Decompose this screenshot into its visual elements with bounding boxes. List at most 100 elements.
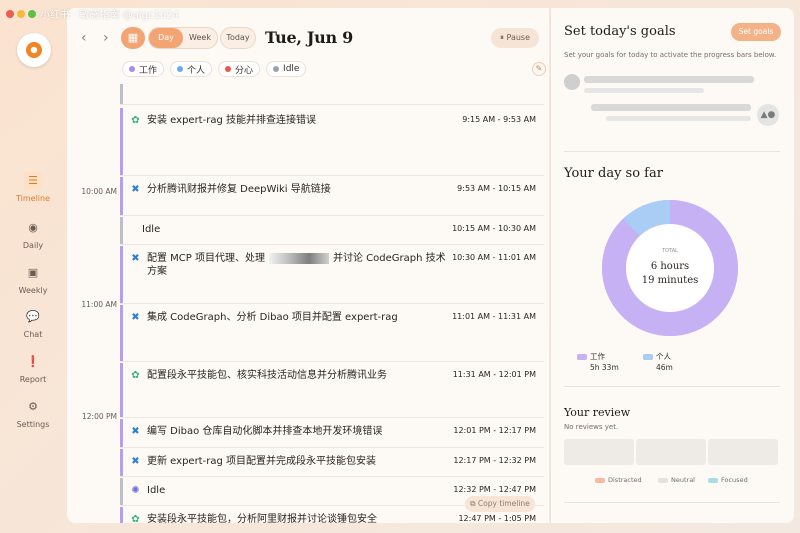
sidebar-item-daily[interactable]: ◉ Daily [8,219,58,259]
timeline-panel: ‹ › ▦ Day Week Today Tue, Jun 9 ⏸ Pause … [67,8,549,523]
swatch-icon [708,477,718,483]
breakdown-label: 工作 [590,352,605,361]
vscode-icon: ✖ [131,184,140,195]
claude-icon: ✿ [131,115,140,126]
timeline-row[interactable] [120,84,544,105]
breakdown-personal: 个人 46m [643,351,673,372]
timeline-row[interactable]: ✖ 编写 Dibao 仓库自动化脚本并排查本地开发环境错误 12:01 PM -… [120,419,544,448]
sidebar-item-label: Weekly [18,286,48,295]
chevron-left-icon[interactable]: ‹ [81,30,87,46]
category-legend: 工作 个人 分心 Idle [122,61,307,77]
activity-title: 分析腾讯财报并修复 DeepWiki 导航链接 [147,184,331,195]
total-hours: 6 hours [651,261,689,272]
divider [564,386,780,387]
time-label: 10:00 AM [81,187,117,196]
timeline-row[interactable]: Idle 10:15 AM - 10:30 AM [120,217,544,245]
category-chip[interactable]: Idle [266,61,307,77]
placeholder-bar [606,116,751,121]
timeline-row[interactable]: ✖ 配置 MCP 项目代理、处理 并讨论 CodeGraph 技术方案 10:30… [120,246,544,304]
timeline-list[interactable]: 10:00 AM 11:00 AM 12:00 PM ✿ 安装 expert-r… [67,84,549,523]
activity-title-part: 配置 MCP 项目代理、处理 [147,253,265,264]
breakdown-work: 工作 5h 33m [577,351,619,372]
today-button[interactable]: Today [220,27,256,49]
pause-button[interactable]: ⏸ Pause [491,28,539,48]
review-slot [708,439,778,465]
timeline-row[interactable]: ✖ 更新 expert-rag 项目配置并完成段永平技能包安装 12:17 PM… [120,449,544,477]
idle-gear-icon: ✺ [131,485,140,496]
chat-icon: 💬 [26,310,40,323]
review-title: Your review [564,406,631,419]
dot-icon [177,66,184,72]
day-so-far-title: Your day so far [564,166,663,181]
category-bar [120,108,123,175]
sidebar-item-timeline[interactable]: ☰ Timeline [8,172,58,212]
calendar-button[interactable]: ▦ [121,27,145,49]
timeline-row[interactable]: ✖ 集成 CodeGraph、分析 Dibao 项目并配置 expert-rag… [120,305,544,362]
sidebar-item-label: Settings [16,420,50,429]
timeline-row[interactable]: ✖ 分析腾讯财报并修复 DeepWiki 导航链接 9:53 AM - 10:1… [120,177,544,216]
shapes-icon: ▲● [757,104,779,126]
activity-time: 10:15 AM - 10:30 AM [452,224,536,233]
time-label: 11:00 AM [81,300,117,309]
timeline-row[interactable]: ✿ 安装 expert-rag 技能并排查连接错误 9:15 AM - 9:53… [120,108,544,176]
category-bar [120,419,123,447]
copy-timeline-button[interactable]: ⧉ Copy timeline [465,496,535,512]
category-label: 分心 [235,65,254,76]
category-bar [120,449,123,476]
category-label: 工作 [139,65,158,76]
chevron-right-icon[interactable]: › [103,30,109,46]
timeline-row[interactable]: ✿ 配置段永平技能包、核实科技活动信息并分析腾讯业务 11:31 AM - 12… [120,363,544,418]
category-bar [120,84,123,104]
close-icon[interactable] [6,9,14,18]
category-bar [120,507,123,523]
sidebar-item-settings[interactable]: ⚙ Settings [8,398,58,438]
maximize-icon[interactable] [28,9,36,18]
review-legend-label: Neutral [671,476,695,484]
activity-title: 更新 expert-rag 项目配置并完成段永平技能包安装 [147,456,376,467]
activity-time: 11:31 AM - 12:01 PM [452,370,536,379]
window-controls[interactable] [6,9,36,18]
minimize-icon[interactable] [17,9,25,18]
category-bar [120,217,123,244]
app-logo[interactable] [17,33,51,67]
goals-subtitle: Set your goals for today to activate the… [564,51,777,59]
dot-icon [273,66,280,72]
activity-title: 配置段永平技能包、核实科技活动信息并分析腾讯业务 [147,370,387,381]
activity-title: Idle [142,224,161,235]
total-label: TOTAL [661,248,678,254]
activity-title: 安装 expert-rag 技能并排查连接错误 [147,115,316,126]
claude-icon: ✿ [131,514,140,523]
category-chip[interactable]: 个人 [170,61,213,77]
sidebar-item-report[interactable]: ❗ Report [8,353,58,393]
activity-time: 9:15 AM - 9:53 AM [462,115,536,124]
tab-week[interactable]: Week [183,28,217,48]
category-bar [120,478,123,505]
divider [564,151,780,152]
review-subtitle: No reviews yet. [564,423,619,431]
edit-categories-button[interactable]: ✎ [532,62,546,76]
daily-icon: ◉ [28,221,38,234]
dot-icon [129,66,135,72]
goals-title: Set today's goals [564,24,676,39]
sidebar-item-label: Timeline [15,194,50,203]
activity-title: 安装段永平技能包，分析阿里财报并讨论谈锤包安全 [147,514,377,523]
category-label: 个人 [187,65,206,76]
category-chip[interactable]: 工作 [122,61,165,77]
review-legend-label: Focused [721,476,748,484]
vscode-icon: ✖ [131,312,140,323]
category-chip[interactable]: 分心 [218,61,261,77]
set-goals-button[interactable]: Set goals [731,23,781,41]
sidebar-item-chat[interactable]: 💬 Chat [8,308,58,348]
tab-day[interactable]: Day [149,28,183,48]
vscode-icon: ✖ [131,456,140,467]
swatch-icon [643,354,653,360]
sidebar-item-label: Daily [22,241,44,250]
swatch-icon [577,354,587,360]
sidebar-item-weekly[interactable]: ▣ Weekly [8,264,58,304]
pencil-icon: ✎ [535,64,543,73]
timeline-icon: ☰ [24,172,42,190]
review-legend-distracted: Distracted [595,476,642,484]
dot-icon [225,66,232,72]
watermark: 小红书 · 敏感指南 @aigc1024 [6,6,179,21]
swatch-icon [595,477,605,483]
